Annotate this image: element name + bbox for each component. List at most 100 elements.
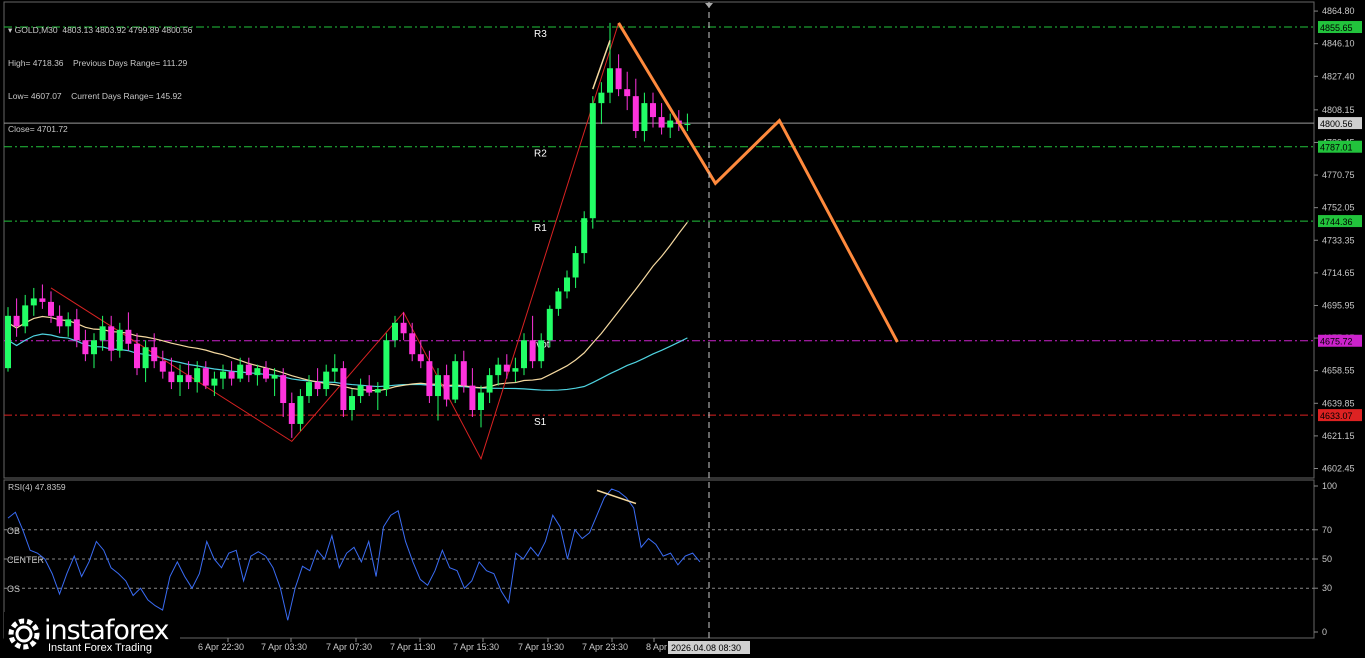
symbol-dropdown-icon[interactable]: ▾ [8, 25, 15, 35]
candle-body [392, 322, 398, 341]
price-tick-label: 4695.95 [1322, 300, 1355, 310]
price-tick-label: 4808.15 [1322, 105, 1355, 115]
current-days-range: Current Days Range= 145.92 [71, 91, 182, 101]
level-badge-text: 4744.36 [1320, 217, 1353, 227]
current-price-badge-text: 4800.56 [1320, 119, 1353, 129]
candle-body [581, 218, 588, 254]
level-label-s1: S1 [534, 417, 547, 428]
candle-body [125, 329, 132, 344]
candle-body [598, 92, 605, 104]
candle-body [512, 368, 519, 372]
candle-body [13, 315, 20, 327]
candle-body [400, 322, 407, 334]
candle-body [134, 343, 140, 369]
candle-body [254, 368, 261, 376]
candle-body [564, 277, 570, 292]
candle-body [30, 298, 37, 306]
candle-body [495, 364, 502, 376]
price-chart[interactable]: 4864.804846.104827.404808.154789.454770.… [0, 0, 1365, 658]
candle-body [211, 378, 218, 386]
candle-body [91, 340, 97, 355]
rsi-line [7, 488, 701, 621]
candle-body [194, 368, 201, 383]
symbol-ohlc: GOLD,M30 4803.13 4803.92 4799.89 4800.56 [14, 25, 193, 35]
candle-body [538, 340, 545, 362]
price-tick-label: 4770.75 [1322, 170, 1355, 180]
rsi-level-label-os: OS [7, 584, 20, 594]
instaforex-logo: instaforex Instant Forex Trading [4, 612, 180, 656]
candle-body [263, 368, 269, 379]
candle-body [297, 396, 304, 424]
candle-body [39, 298, 46, 302]
candle-body [151, 347, 158, 362]
price-tick-label: 4733.35 [1322, 235, 1355, 245]
close-value: Close= 4701.72 [8, 124, 68, 134]
price-tick-label: 4714.65 [1322, 268, 1355, 278]
level-label-r3: R3 [534, 29, 547, 40]
price-tick-label: 4639.85 [1322, 398, 1355, 408]
rsi-tick-label: 100 [1322, 481, 1337, 491]
candle-body [607, 68, 613, 93]
candle-body [349, 396, 355, 410]
main-pane-frame [3, 1, 1315, 479]
candle-body [331, 368, 338, 372]
previous-days-range: Previous Days Range= 111.29 [73, 58, 188, 68]
day-high: High= 4718.36 [8, 58, 64, 68]
candle-body [108, 326, 115, 351]
candle-body [288, 403, 295, 424]
candle-body [142, 347, 149, 369]
candle-body [357, 385, 364, 397]
price-tick-label: 4602.45 [1322, 463, 1355, 473]
candle-body [116, 329, 123, 351]
candle-body [22, 305, 29, 327]
candle-body [306, 382, 312, 397]
candle-body [460, 361, 467, 386]
candle-body [185, 375, 192, 383]
candle-body [237, 364, 244, 379]
candle-body [452, 361, 459, 400]
candle-body [228, 371, 235, 379]
candle-body [5, 315, 11, 369]
candle-body [56, 315, 63, 327]
candle-body [383, 340, 390, 390]
candle-body [521, 340, 527, 369]
level-badge-text: 4855.65 [1320, 23, 1353, 33]
candle-body [245, 364, 252, 376]
candle-body [469, 385, 476, 410]
candle-body [641, 103, 648, 132]
candle-body [73, 319, 80, 341]
rsi-title: RSI(4) 47.8359 [8, 482, 66, 492]
rsi-level-label-center: CENTER [7, 555, 45, 565]
time-label: 6 Apr 22:30 [198, 642, 244, 652]
candle-body [572, 253, 579, 278]
time-label: 7 Apr 15:30 [453, 642, 499, 652]
level-badge-text: 4787.01 [1320, 143, 1353, 153]
candle-body [168, 371, 175, 383]
candle-body [271, 375, 278, 379]
rsi-tick-label: 70 [1322, 525, 1332, 535]
candle-body [220, 371, 226, 379]
symbol-info-panel: ▾ GOLD,M30 4803.13 4803.92 4799.89 4800.… [8, 3, 192, 146]
candle-body [555, 291, 562, 309]
time-label: 8 Apr [646, 642, 667, 652]
price-tick-label: 4827.40 [1322, 71, 1355, 81]
candle-body [314, 382, 321, 390]
time-label: 7 Apr 23:30 [582, 642, 628, 652]
candle-body [503, 364, 510, 372]
candle-body [426, 361, 433, 397]
candle-body [443, 375, 450, 400]
candle-body [409, 333, 416, 355]
candle-body [684, 124, 691, 126]
candle-body [99, 326, 106, 341]
price-tick-label: 4846.10 [1322, 39, 1355, 49]
level-label-r2: R2 [534, 149, 547, 160]
candle-body [280, 375, 287, 404]
candle-body [615, 68, 622, 90]
candle-body [340, 368, 347, 410]
rsi-tick-label: 30 [1322, 583, 1332, 593]
candle-body [366, 385, 373, 393]
level-badge-text: 4675.72 [1320, 337, 1353, 347]
candle-body [435, 375, 441, 397]
candle-body [202, 368, 209, 386]
candle-body [589, 103, 596, 219]
